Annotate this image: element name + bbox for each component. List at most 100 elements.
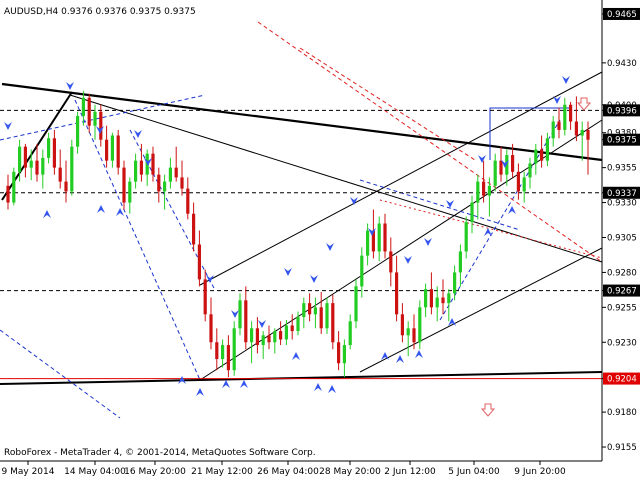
x-tick-label: 14 May 04:00 [64,467,126,477]
up-arrow-icon [314,383,322,391]
candle-body [110,135,114,161]
x-tick-label: 21 May 12:00 [191,467,253,477]
candle-body [470,202,474,223]
y-tick-label: 0.9267 [607,287,637,297]
candle-body [540,149,544,161]
down-arrow-icon [66,82,74,90]
up-arrow-icon [116,208,124,216]
support-trendline[interactable] [0,371,603,385]
candle-body [580,129,584,136]
up-arrow-icon [415,350,423,358]
candle-body [354,286,358,322]
x-tick-label: 9 Jun 20:00 [514,467,566,477]
candle-body [348,321,352,346]
candle-body [325,303,329,329]
candle-body [441,297,445,304]
candle-body [232,328,236,371]
up-arrow-icon [484,228,492,236]
y-tick-label: 0.9305 [607,233,637,243]
y-axis-ticks: 0.94650.94300.94000.93960.93800.93750.93… [602,7,640,453]
candle-body [203,279,207,315]
candle-body [400,314,404,336]
candle-body [389,251,393,273]
candle-body [18,146,22,172]
down-arrow-icon [206,275,214,283]
resistance-trendline[interactable] [1,82,603,162]
x-axis-ticks: 9 May 2014 14 May 04:0016 May 20:00 21 May… [2,461,566,477]
up-arrow-icon [328,385,336,393]
candle-body [511,155,515,172]
up-arrow-icon [196,388,204,396]
candle-body [52,138,56,168]
candle-body [134,160,138,182]
candle-body [395,272,399,315]
x-tick-label: 2 Jun 12:00 [384,467,436,477]
candle-body [99,111,103,140]
candle-body [534,149,538,164]
symbol-header: AUDUSD,H4 0.9376 0.9376 0.9375 0.9375 [4,7,196,17]
candle-body [499,160,503,175]
x-tick-label: 5 Jun 04:00 [448,467,500,477]
candle-body [116,135,120,168]
candle-body [244,300,248,343]
candle-body [383,223,387,252]
down-arrow-icon [310,275,318,283]
candle-body [574,121,578,136]
signal-down-arrow-icon [480,403,496,417]
up-arrow-icon [292,352,300,360]
down-arrow-icon [4,122,12,130]
candle-body [70,146,74,192]
candlesticks [6,90,590,378]
candle-body [290,325,294,332]
candle-body [563,104,567,130]
y-tick-label: 0.9255 [607,303,637,313]
y-tick-label: 0.9155 [607,443,637,453]
up-arrow-icon [222,380,230,388]
channel-upper-line[interactable] [199,71,603,286]
candle-body [64,181,68,192]
y-tick-label: 0.9230 [607,338,637,348]
resistance-box[interactable] [489,107,572,160]
candle-body [93,111,97,126]
red-dashed-line-3[interactable] [379,199,603,259]
horizontal-levels [0,109,602,380]
candle-body [81,97,85,116]
candle-body [221,345,225,360]
candle-body [255,328,259,346]
y-tick-label: 0.9204 [607,375,637,385]
candle-body [429,289,433,308]
red-dashed-line-1[interactable] [257,21,603,263]
candle-body [29,160,33,168]
down-arrow-icon [553,96,561,104]
candle-body [261,335,265,346]
y-tick-label: 0.9396 [607,106,637,116]
candle-body [313,307,317,315]
candle-body [557,121,561,130]
blue-dashed-line-2[interactable] [74,99,201,381]
candle-body [522,177,526,192]
candle-body [47,138,51,158]
candle-body [406,328,410,336]
candle-body [197,244,201,280]
forecast-arrows [4,76,592,417]
candle-body [139,160,143,175]
red-dashed-line-2[interactable] [299,47,476,161]
candle-body [226,345,230,371]
x-tick-label: 26 May 04:00 [257,467,319,477]
candle-body [209,314,213,343]
candle-body [412,328,416,343]
candle-body [569,104,573,122]
candle-body [360,255,364,287]
signal-down-arrow-icon [576,97,592,111]
x-tick-label: 9 May 2014 [2,467,55,477]
candle-body [128,181,132,203]
down-arrow-icon [258,320,266,328]
chart-window: 0.94650.94300.94000.93960.93800.93750.93… [0,0,640,480]
blue-dashed-line-3[interactable] [129,129,216,291]
axes [0,0,603,462]
candle-body [319,307,323,329]
blue-dashed-line-4[interactable] [0,329,121,419]
candle-body [6,185,10,203]
blue-dashed-line-1[interactable] [0,94,206,141]
candle-body [58,167,62,182]
